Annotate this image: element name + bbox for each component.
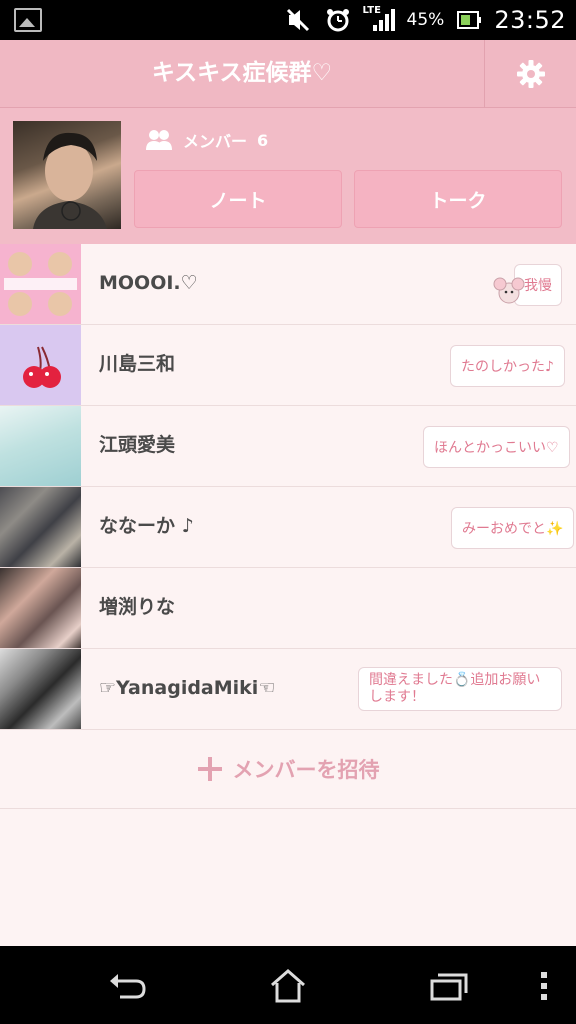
members-icon (146, 130, 172, 150)
status-message: たのしかった♪ (450, 345, 565, 387)
back-button[interactable] (106, 964, 150, 1008)
recent-apps-button[interactable] (426, 964, 470, 1008)
status-message: ほんとかっこいい♡ (423, 426, 570, 468)
home-icon (271, 969, 305, 1003)
member-name: 増渕りな (99, 596, 176, 618)
navigation-bar (0, 946, 576, 1024)
page-title: キスキス症候群♡ (151, 60, 333, 86)
member-name: 川島三和 (99, 353, 176, 375)
header-bar: キスキス症候群♡ (0, 40, 576, 108)
status-clock: 23:52 (494, 6, 566, 34)
settings-button[interactable] (485, 40, 576, 108)
list-item[interactable]: 江頭愛美 ほんとかっこいい♡ (0, 406, 576, 487)
avatar (0, 649, 81, 729)
recent-apps-icon (430, 973, 468, 1001)
list-item[interactable]: MOOOI.♡ 我慢 (0, 244, 576, 325)
screen: LTE 45% 23:52 キスキス症候群♡ メンバー 6 ノート トーク MO… (0, 0, 576, 1024)
list-item[interactable]: 川島三和 たのしかった♪ (0, 325, 576, 406)
status-bar: LTE 45% 23:52 (0, 0, 576, 40)
status-icons: LTE 45% 23:52 (283, 0, 566, 40)
note-button[interactable]: ノート (134, 170, 342, 228)
list-item[interactable]: ななーか ♪ みーおめでと✨ (0, 487, 576, 568)
network-type-label: LTE (362, 5, 381, 16)
avatar (0, 406, 81, 486)
avatar (0, 487, 81, 567)
invite-member-button[interactable]: メンバーを招待 (0, 730, 576, 809)
mouse-sticker-icon (493, 277, 525, 304)
group-photo[interactable] (13, 121, 121, 229)
battery-percent: 45% (406, 10, 445, 30)
members-count: 6 (257, 130, 269, 150)
member-name: ななーか ♪ (99, 515, 194, 537)
member-name: MOOOI.♡ (99, 272, 198, 294)
member-name: 江頭愛美 (99, 434, 176, 456)
status-message: 間違えました💍追加お願いします！ (358, 667, 562, 711)
gear-icon (516, 60, 545, 88)
menu-dots-icon (541, 972, 547, 1000)
member-count-row: メンバー 6 (145, 128, 268, 152)
member-list: MOOOI.♡ 我慢 川島三和 たのしかった♪ 江頭愛美 ほんとかっこいい♡ な… (0, 244, 576, 730)
signal-icon: LTE (363, 5, 397, 35)
talk-button[interactable]: トーク (354, 170, 562, 228)
alarm-clock-icon (323, 5, 353, 35)
image-notification-icon (14, 8, 42, 32)
list-item[interactable]: 増渕りな (0, 568, 576, 649)
invite-label: メンバーを招待 (232, 758, 380, 782)
avatar (0, 244, 81, 324)
menu-button[interactable] (522, 964, 566, 1008)
back-icon (110, 974, 146, 999)
home-button[interactable] (266, 964, 310, 1008)
list-item[interactable]: ☞YanagidaMiki☜ 間違えました💍追加お願いします！ (0, 649, 576, 730)
group-info-panel: メンバー 6 ノート トーク (0, 108, 576, 244)
avatar (0, 325, 81, 405)
avatar (0, 568, 81, 648)
plus-icon (197, 757, 222, 781)
silent-mode-icon (283, 5, 313, 35)
members-label: メンバー (183, 132, 248, 151)
status-message: みーおめでと✨ (451, 507, 575, 549)
member-name: ☞YanagidaMiki☜ (99, 677, 276, 699)
battery-icon (454, 5, 484, 35)
